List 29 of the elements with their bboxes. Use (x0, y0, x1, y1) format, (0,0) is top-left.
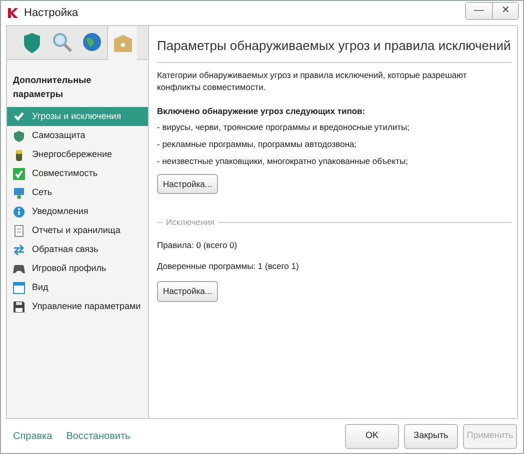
footer-link[interactable]: Справка (13, 428, 52, 444)
list-item-text: - неизвестные упаковщики, многократно упакованные объекты; (157, 154, 409, 166)
description-text: Категории обнаруживаемых угроз и правила исключений, которые разрешают конфликты совместимости. (157, 68, 468, 92)
dialog-button[interactable]: OK (345, 424, 399, 448)
sidebar-item[interactable]: Управление параметрами (7, 297, 148, 316)
group-heading: Исключения (166, 216, 215, 229)
list-item-text: - вирусы, черви, троянские программы и вредоносные утилиты; (157, 120, 411, 132)
dialog-button[interactable]: Закрыть (404, 424, 458, 448)
sidebar-heading: Дополнительные параметры (12, 74, 92, 101)
settings-button[interactable]: Настройка... (157, 174, 218, 194)
sidebar-item[interactable]: Уведомления (7, 202, 148, 221)
minimize-button[interactable]: — (466, 3, 492, 19)
section-heading: Включено обнаружение угроз следующих типов: (157, 104, 366, 116)
status-text: Доверенные программы: 1 (всего 1) (157, 260, 300, 272)
close-button[interactable]: ✕ (492, 3, 518, 19)
list-item-text: - рекламные программы, программы автодозвона; (157, 138, 358, 150)
sidebar-item[interactable]: Отчеты и хранилища (7, 221, 148, 240)
sidebar-item[interactable]: Игровой профиль (7, 259, 148, 278)
window-title: Настройка (24, 6, 80, 21)
footer-link[interactable]: Восстановить (66, 428, 130, 444)
sidebar-item[interactable]: Самозащита (7, 126, 148, 145)
sidebar-item[interactable]: Обратная связь (7, 240, 148, 259)
sidebar-item[interactable]: Сеть (7, 183, 148, 202)
page-title: Параметры обнаруживаемых угроз и правила исключений (157, 36, 511, 62)
settings-button[interactable]: Настройка... (157, 281, 218, 302)
sidebar-item[interactable]: Вид (7, 278, 148, 297)
sidebar-item[interactable]: Энергосбережение (7, 145, 148, 164)
status-text: Правила: 0 (всего 0) (157, 239, 238, 251)
sidebar-item[interactable]: Совместимость (7, 164, 148, 183)
